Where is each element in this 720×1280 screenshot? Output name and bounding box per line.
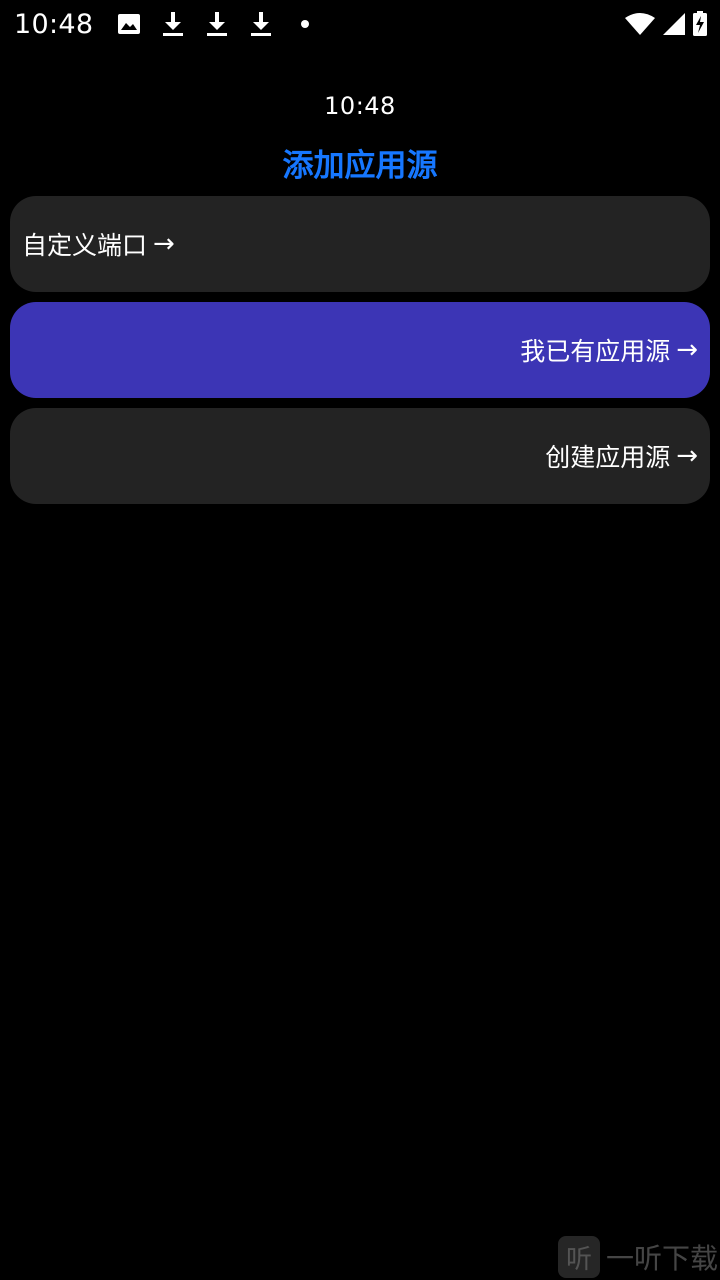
arrow-right-icon: → (676, 441, 698, 471)
clock: 10:48 (324, 92, 396, 120)
notification-icons (117, 12, 317, 36)
watermark-text: 一听下载 (605, 1242, 718, 1275)
system-icons (624, 11, 708, 37)
status-bar: 10:48 (0, 0, 720, 48)
signal-icon (662, 12, 686, 36)
download-icon (161, 12, 185, 36)
image-icon (117, 12, 141, 36)
custom-port-option[interactable]: 自定义端口 → (10, 196, 710, 292)
option-label: 我已有应用源 (520, 337, 671, 366)
status-time: 10:48 (14, 8, 94, 40)
battery-charging-icon (692, 11, 708, 37)
page-title: 添加应用源 (282, 148, 438, 184)
download-icon (205, 12, 229, 36)
arrow-right-icon: → (153, 229, 175, 259)
existing-source-option[interactable]: 我已有应用源 → (10, 302, 710, 398)
watermark: 听 一听下载 (557, 1236, 718, 1278)
wifi-icon (624, 12, 656, 36)
download-icon (249, 12, 273, 36)
dot-icon (293, 12, 317, 36)
create-source-option[interactable]: 创建应用源 → (10, 408, 710, 504)
arrow-right-icon: → (676, 335, 698, 365)
option-label: 自定义端口 (22, 231, 148, 260)
option-label: 创建应用源 (545, 443, 671, 472)
watermark-logo-icon: 听 (557, 1236, 600, 1278)
